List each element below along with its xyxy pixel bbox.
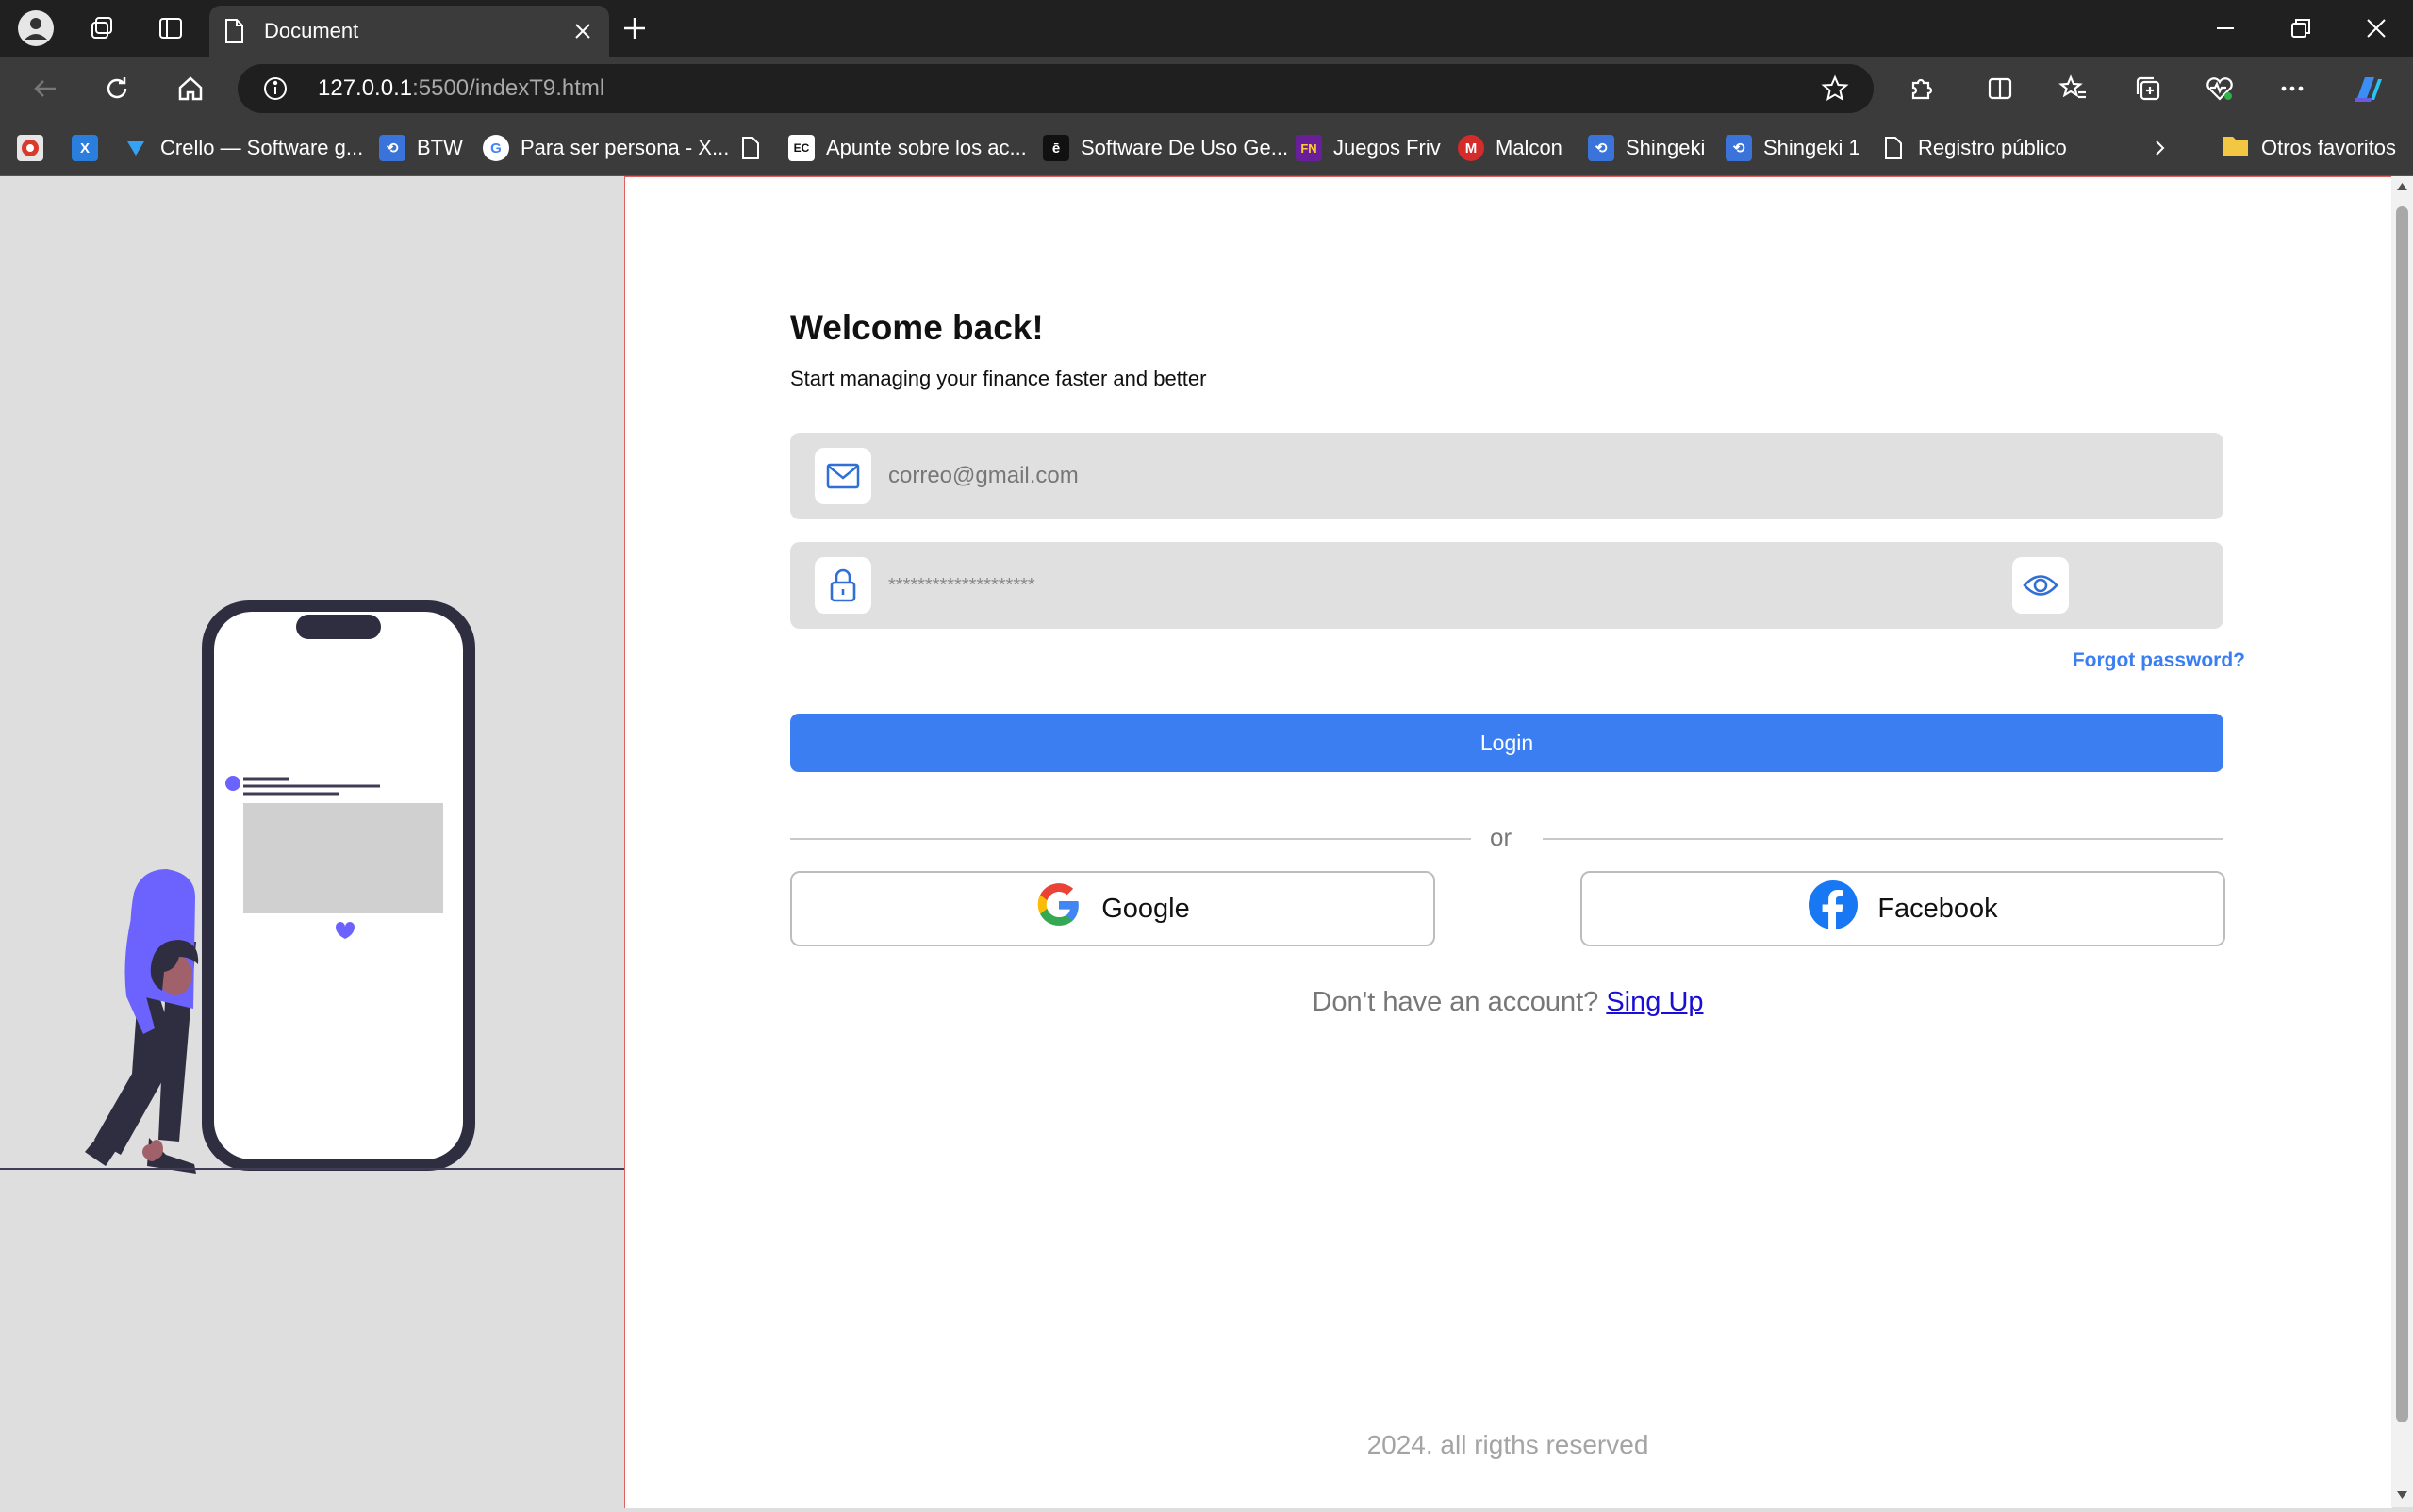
bookmark-item-malcon[interactable]: M Malcon bbox=[1458, 121, 1562, 175]
vertical-tabs-icon[interactable] bbox=[149, 0, 192, 57]
url-text: 127.0.0.1:5500/indexT9.html bbox=[318, 75, 605, 101]
favorites-icon[interactable] bbox=[2047, 57, 2100, 121]
bookmark-favicon-icon: ⟲ bbox=[1726, 135, 1752, 161]
bookmark-item-apunte[interactable]: EC Apunte sobre los ac... bbox=[788, 121, 1027, 175]
email-input[interactable]: correo@gmail.com bbox=[888, 433, 1079, 519]
lock-icon bbox=[815, 557, 871, 614]
google-icon: G bbox=[483, 135, 509, 161]
split-screen-icon[interactable] bbox=[1974, 57, 2026, 121]
copilot-icon[interactable] bbox=[2342, 57, 2395, 121]
bookmark-favicon-icon: ⟲ bbox=[1588, 135, 1614, 161]
divider-left bbox=[790, 838, 1471, 840]
tab-title: Document bbox=[264, 19, 359, 42]
facebook-button-label: Facebook bbox=[1877, 893, 1998, 924]
bookmark-item-crello[interactable]: Crello — Software g... bbox=[123, 121, 363, 175]
scrollbar[interactable] bbox=[2391, 176, 2413, 1507]
chevron-right-icon[interactable] bbox=[2148, 121, 2171, 175]
signup-prompt: Don't have an account? bbox=[1312, 987, 1599, 1017]
mail-icon bbox=[815, 448, 871, 504]
facebook-icon bbox=[1808, 879, 1859, 938]
signup-link[interactable]: Sing Up bbox=[1606, 987, 1703, 1017]
more-options-icon[interactable] bbox=[2266, 57, 2319, 121]
bookmark-item[interactable] bbox=[737, 121, 775, 175]
bookmark-item-juegos-friv[interactable]: FN Juegos Friv bbox=[1296, 121, 1441, 175]
home-icon[interactable] bbox=[164, 57, 217, 121]
reload-icon[interactable] bbox=[91, 57, 143, 121]
address-bar[interactable]: 127.0.0.1:5500/indexT9.html bbox=[238, 64, 1874, 113]
facebook-button[interactable]: Facebook bbox=[1580, 871, 2225, 946]
profile-icon[interactable] bbox=[13, 0, 58, 57]
new-tab-icon[interactable] bbox=[613, 0, 656, 57]
bookmark-favicon-icon: EC bbox=[788, 135, 815, 161]
scroll-thumb[interactable] bbox=[2396, 206, 2408, 1422]
tab-document[interactable]: Document bbox=[209, 6, 609, 57]
page-subtitle: Start managing your finance faster and b… bbox=[790, 367, 1207, 390]
eye-icon[interactable] bbox=[2012, 557, 2069, 614]
bookmarks-bar: X Crello — Software g... ⟲ BTW G Para se… bbox=[0, 121, 2413, 176]
back-arrow-icon[interactable] bbox=[19, 57, 72, 121]
site-info-icon[interactable] bbox=[262, 75, 289, 107]
bookmark-item-btw[interactable]: ⟲ BTW bbox=[379, 121, 463, 175]
navigation-bar: 127.0.0.1:5500/indexT9.html bbox=[0, 57, 2413, 121]
bookmark-favicon-icon: M bbox=[1458, 135, 1484, 161]
document-icon bbox=[737, 135, 764, 161]
document-icon bbox=[223, 18, 245, 49]
bookmark-item[interactable]: X bbox=[72, 121, 109, 175]
scroll-down-icon[interactable] bbox=[2396, 1490, 2408, 1500]
password-field[interactable]: ******************** bbox=[790, 542, 2223, 629]
forgot-password-link[interactable]: Forgot password? bbox=[2073, 649, 2245, 672]
google-icon bbox=[1035, 881, 1083, 936]
browser-essentials-icon[interactable] bbox=[2193, 57, 2246, 121]
close-icon[interactable] bbox=[571, 20, 594, 47]
bookmark-favicon-icon: FN bbox=[1296, 135, 1322, 161]
bookmark-item-google[interactable]: G Para ser persona - X... bbox=[483, 121, 729, 175]
bookmark-item-shingeki-1[interactable]: ⟲ Shingeki 1 bbox=[1726, 121, 1860, 175]
page-viewport: Welcome back! Start managing your financ… bbox=[0, 176, 2413, 1508]
google-button[interactable]: Google bbox=[790, 871, 1435, 946]
floor-line bbox=[0, 1168, 624, 1170]
document-icon bbox=[1880, 135, 1907, 161]
other-favorites[interactable]: Otros favoritos bbox=[2222, 121, 2396, 175]
login-button[interactable]: Login bbox=[790, 714, 2223, 772]
password-input[interactable]: ******************** bbox=[888, 542, 1035, 629]
bookmark-favicon-icon: ē bbox=[1043, 135, 1069, 161]
google-button-label: Google bbox=[1101, 893, 1190, 924]
crello-icon bbox=[123, 135, 149, 161]
bookmark-item[interactable] bbox=[17, 121, 55, 175]
scroll-up-icon[interactable] bbox=[2396, 182, 2408, 191]
close-window-icon[interactable] bbox=[2348, 0, 2405, 57]
favorite-star-icon[interactable] bbox=[1821, 74, 1849, 107]
bookmark-item-registro[interactable]: Registro público bbox=[1880, 121, 2067, 175]
bookmark-item-software[interactable]: ē Software De Uso Ge... bbox=[1043, 121, 1288, 175]
bookmark-item-shingeki[interactable]: ⟲ Shingeki bbox=[1588, 121, 1705, 175]
bookmark-favicon-icon: ⟲ bbox=[379, 135, 405, 161]
email-field[interactable]: correo@gmail.com bbox=[790, 433, 2223, 519]
footer-text: 2024. all rigths reserved bbox=[1366, 1430, 1649, 1459]
minimize-icon[interactable] bbox=[2197, 0, 2254, 57]
browser-title-bar: Document bbox=[0, 0, 2413, 57]
extensions-icon[interactable] bbox=[1894, 57, 1947, 121]
workspaces-icon[interactable] bbox=[81, 0, 124, 57]
phone-person-illustration bbox=[85, 600, 475, 1174]
signup-row: Don't have an account? Sing Up bbox=[624, 987, 2391, 1018]
restore-icon[interactable] bbox=[2273, 0, 2329, 57]
or-separator: or bbox=[1490, 823, 1512, 851]
folder-icon bbox=[2222, 133, 2250, 163]
divider-right bbox=[1543, 838, 2223, 840]
collections-icon[interactable] bbox=[2122, 57, 2174, 121]
page-title: Welcome back! bbox=[790, 308, 1044, 347]
illustration-panel bbox=[0, 176, 624, 1507]
bookmark-favicon-icon: X bbox=[72, 135, 98, 161]
bookmark-favicon-icon bbox=[17, 135, 43, 161]
